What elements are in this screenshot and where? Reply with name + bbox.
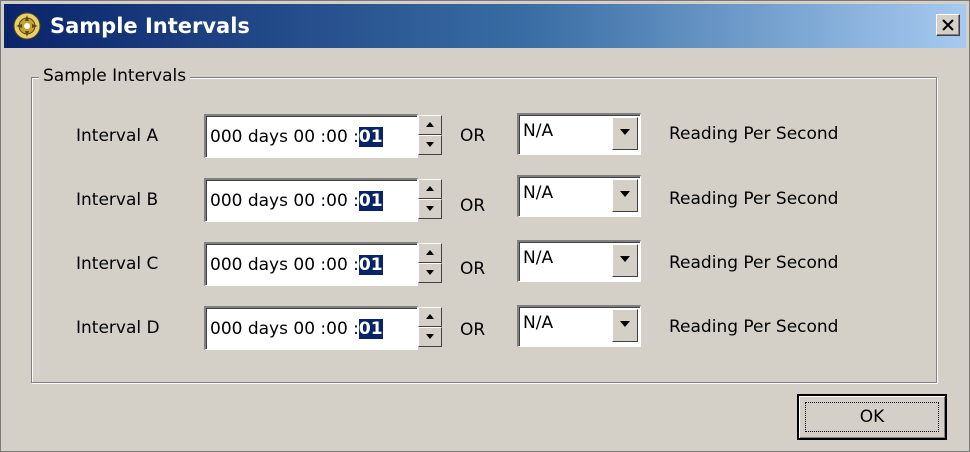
interval-a-time-seconds[interactable]: 01 xyxy=(358,127,383,147)
interval-c-time-prefix: 000 days 00 :00 : xyxy=(210,255,359,275)
title-bar[interactable]: Sample Intervals xyxy=(4,4,966,48)
arrow-down-icon xyxy=(426,270,434,275)
interval-b-spin-up-button[interactable] xyxy=(418,179,442,199)
interval-b-spinner xyxy=(418,179,442,219)
interval-c-or-label: OR xyxy=(460,259,486,279)
interval-c-rate-value: N/A xyxy=(523,248,554,268)
interval-d-rate-value: N/A xyxy=(523,313,554,333)
sample-intervals-dialog: Sample Intervals Sample Intervals Interv… xyxy=(0,0,970,452)
interval-a-or-label: OR xyxy=(460,126,486,146)
interval-d-unit-label: Reading Per Second xyxy=(669,317,839,337)
interval-c-spinner xyxy=(418,243,442,283)
interval-a-spinner xyxy=(418,115,442,155)
arrow-up-icon xyxy=(426,250,434,255)
interval-b-unit-label: Reading Per Second xyxy=(669,189,839,209)
interval-b-dropdown-button[interactable] xyxy=(612,179,638,212)
interval-b-time-field[interactable]: 000 days 00 :00 :01 xyxy=(204,178,418,222)
interval-a-spin-up-button[interactable] xyxy=(418,115,442,135)
interval-d-spin-down-button[interactable] xyxy=(418,327,442,347)
close-button[interactable] xyxy=(936,14,960,36)
interval-d-time-seconds[interactable]: 01 xyxy=(358,319,383,339)
interval-b-rate-value: N/A xyxy=(523,183,554,203)
app-emblem-icon xyxy=(12,11,42,41)
interval-a-rate-select[interactable]: N/A xyxy=(517,113,641,155)
interval-d-label: Interval D xyxy=(76,318,160,338)
interval-d-time-field[interactable]: 000 days 00 :00 :01 xyxy=(204,306,418,350)
interval-d-time-prefix: 000 days 00 :00 : xyxy=(210,319,359,339)
chevron-down-icon xyxy=(620,129,630,135)
interval-c-unit-label: Reading Per Second xyxy=(669,253,839,273)
arrow-up-icon xyxy=(426,186,434,191)
chevron-down-icon xyxy=(620,256,630,262)
arrow-down-icon xyxy=(426,142,434,147)
interval-c-spin-down-button[interactable] xyxy=(418,263,442,283)
window-title: Sample Intervals xyxy=(50,14,250,38)
group-legend: Sample Intervals xyxy=(39,64,191,88)
interval-a-spin-down-button[interactable] xyxy=(418,135,442,155)
interval-c-spin-up-button[interactable] xyxy=(418,243,442,263)
arrow-up-icon xyxy=(426,314,434,319)
interval-d-spin-up-button[interactable] xyxy=(418,307,442,327)
interval-b-time-prefix: 000 days 00 :00 : xyxy=(210,191,359,211)
close-icon xyxy=(942,19,954,31)
interval-c-dropdown-button[interactable] xyxy=(612,244,638,277)
interval-c-label: Interval C xyxy=(76,254,159,274)
interval-c-time-field[interactable]: 000 days 00 :00 :01 xyxy=(204,242,418,286)
interval-b-rate-select[interactable]: N/A xyxy=(517,175,641,217)
arrow-down-icon xyxy=(426,206,434,211)
interval-a-dropdown-button[interactable] xyxy=(612,117,638,150)
interval-d-dropdown-button[interactable] xyxy=(612,309,638,342)
interval-a-time-field[interactable]: 000 days 00 :00 :01 xyxy=(204,114,418,158)
ok-button-label: OK xyxy=(859,407,885,427)
interval-b-time-seconds[interactable]: 01 xyxy=(358,191,383,211)
arrow-down-icon xyxy=(426,334,434,339)
interval-a-label: Interval A xyxy=(76,126,159,146)
chevron-down-icon xyxy=(620,321,630,327)
interval-d-or-label: OR xyxy=(460,320,486,340)
interval-d-rate-select[interactable]: N/A xyxy=(517,305,641,347)
chevron-down-icon xyxy=(620,191,630,197)
interval-a-unit-label: Reading Per Second xyxy=(669,124,839,144)
interval-d-spinner xyxy=(418,307,442,347)
interval-b-or-label: OR xyxy=(460,196,486,216)
ok-button[interactable]: OK xyxy=(797,394,947,440)
interval-a-rate-value: N/A xyxy=(523,121,554,141)
interval-c-rate-select[interactable]: N/A xyxy=(517,240,641,282)
interval-b-spin-down-button[interactable] xyxy=(418,199,442,219)
interval-b-label: Interval B xyxy=(76,190,159,210)
interval-c-time-seconds[interactable]: 01 xyxy=(358,255,383,275)
interval-a-time-prefix: 000 days 00 :00 : xyxy=(210,127,359,147)
arrow-up-icon xyxy=(426,122,434,127)
